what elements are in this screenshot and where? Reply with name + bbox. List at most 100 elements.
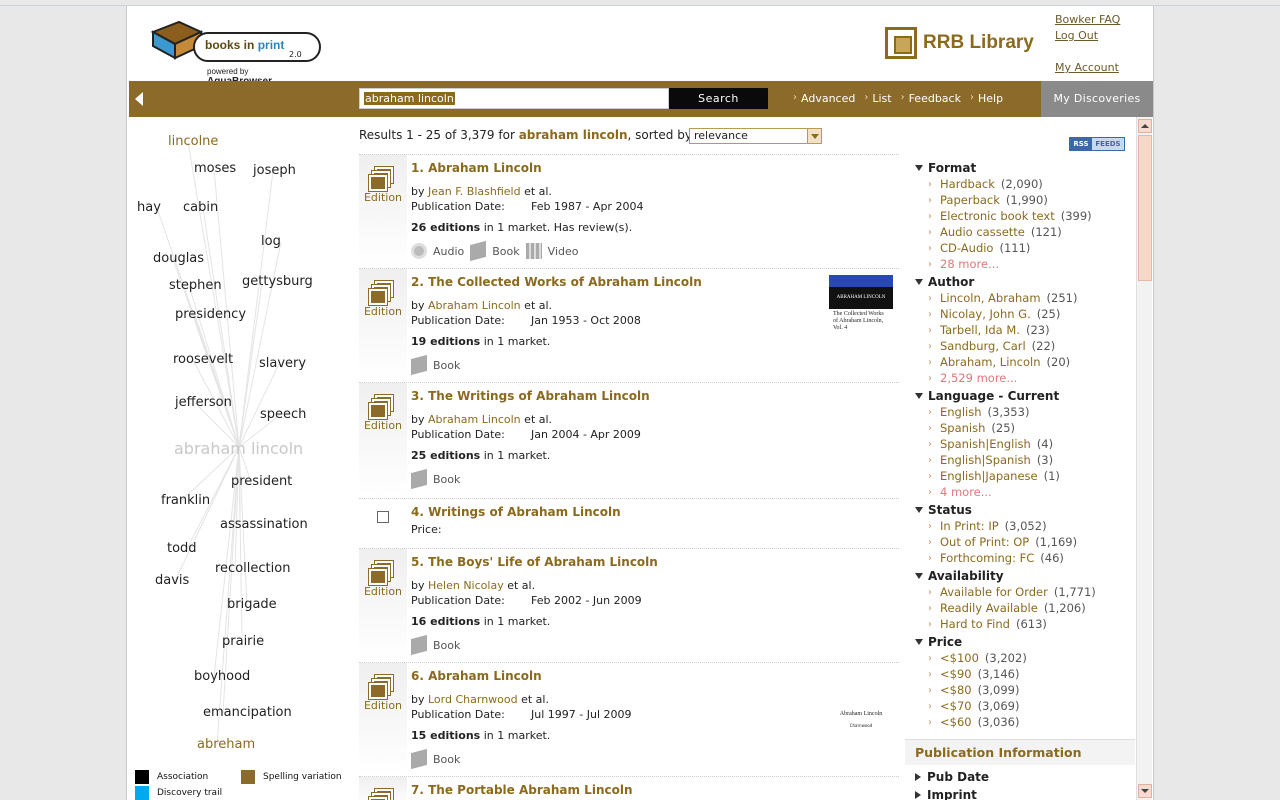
cloud-word-gettysburg[interactable]: gettysburg xyxy=(242,274,313,289)
facet-heading[interactable]: Language - Current xyxy=(915,388,1133,404)
format-audio[interactable]: Audio xyxy=(411,243,464,259)
facet-more-link[interactable]: › 4 more... xyxy=(915,484,1133,500)
sort-select[interactable]: relevance xyxy=(689,128,822,144)
cover-image[interactable]: ABRAHAM LINCOLN The Collected Works of Ab… xyxy=(829,275,893,345)
author-link[interactable]: Abraham Lincoln xyxy=(428,413,521,426)
cloud-word-todd[interactable]: todd xyxy=(167,541,197,556)
edition-panel[interactable]: Edition xyxy=(359,663,407,774)
cloud-word-joseph[interactable]: joseph xyxy=(253,163,296,178)
facet-item[interactable]: › English (3,353) xyxy=(915,404,1133,420)
scroll-up-button[interactable] xyxy=(1138,119,1152,133)
format-book[interactable]: Book xyxy=(411,634,460,656)
logout-link[interactable]: Log Out xyxy=(1055,28,1120,44)
facet-item[interactable]: › <$100 (3,202) xyxy=(915,650,1133,666)
facet-item[interactable]: › Readily Available (1,206) xyxy=(915,600,1133,616)
facet-more-link[interactable]: › 2,529 more... xyxy=(915,370,1133,386)
facet-item[interactable]: › <$70 (3,069) xyxy=(915,698,1133,714)
facet-item[interactable]: › In Print: IP (3,052) xyxy=(915,518,1133,534)
facet-item[interactable]: › <$80 (3,099) xyxy=(915,682,1133,698)
facet-item[interactable]: › Sandburg, Carl (22) xyxy=(915,338,1133,354)
facet-imprint[interactable]: Imprint xyxy=(915,788,1115,800)
facet-item[interactable]: › Paperback (1,990) xyxy=(915,192,1133,208)
facet-item[interactable]: › Out of Print: OP (1,169) xyxy=(915,534,1133,550)
search-button[interactable]: Search xyxy=(669,88,768,109)
cloud-word-douglas[interactable]: douglas xyxy=(153,251,204,266)
format-book[interactable]: Book xyxy=(411,748,460,770)
nav-advanced[interactable]: Advanced xyxy=(801,92,855,105)
author-link[interactable]: Abraham Lincoln xyxy=(428,299,521,312)
facet-item[interactable]: › Hardback (2,090) xyxy=(915,176,1133,192)
facet-item[interactable]: › Lincoln, Abraham (251) xyxy=(915,290,1133,306)
rrb-library-logo[interactable]: RRB Library xyxy=(885,26,1034,60)
cloud-word-recollection[interactable]: recollection xyxy=(215,561,290,576)
select-checkbox[interactable] xyxy=(377,511,389,523)
facet-item[interactable]: › Hard to Find (613) xyxy=(915,616,1133,632)
edition-panel[interactable] xyxy=(359,777,407,800)
format-video[interactable]: Video xyxy=(525,243,578,259)
chevron-down-icon[interactable] xyxy=(807,129,821,143)
facet-item[interactable]: › English|Japanese (1) xyxy=(915,468,1133,484)
result-title[interactable]: 4. Writings of Abraham Lincoln xyxy=(411,505,621,519)
cloud-word-presidency[interactable]: presidency xyxy=(175,307,246,322)
publication-information-header[interactable]: Publication Information xyxy=(905,739,1135,765)
cloud-word-brigade[interactable]: brigade xyxy=(227,597,277,612)
cloud-word-president[interactable]: president xyxy=(231,474,292,489)
nav-help[interactable]: Help xyxy=(978,92,1003,105)
cloud-word-emancipation[interactable]: emancipation xyxy=(203,705,292,720)
cloud-word-moses[interactable]: moses xyxy=(194,161,236,176)
author-link[interactable]: Lord Charnwood xyxy=(428,693,518,706)
result-title[interactable]: 7. The Portable Abraham Lincoln xyxy=(411,783,633,797)
my-account-link[interactable]: My Account xyxy=(1055,60,1120,76)
author-link[interactable]: Jean F. Blashfield xyxy=(428,185,521,198)
cover-image[interactable]: Abraham Lincoln Charnwood xyxy=(829,707,893,777)
result-title[interactable]: 1. Abraham Lincoln xyxy=(411,161,542,175)
facet-heading[interactable]: Price xyxy=(915,634,1133,650)
cloud-word-hay[interactable]: hay xyxy=(137,200,161,215)
cloud-word-jefferson[interactable]: jefferson xyxy=(175,395,232,410)
nav-feedback[interactable]: Feedback xyxy=(909,92,961,105)
edition-panel[interactable]: Edition xyxy=(359,549,407,660)
facet-item[interactable]: › Audio cassette (121) xyxy=(915,224,1133,240)
facet-pub-date[interactable]: Pub Date xyxy=(915,770,1115,784)
search-input[interactable]: abraham lincoln xyxy=(359,88,669,109)
facet-heading[interactable]: Format xyxy=(915,160,1133,176)
edition-panel[interactable]: Edition xyxy=(359,269,407,380)
facet-heading[interactable]: Author xyxy=(915,274,1133,290)
cloud-word-davis[interactable]: davis xyxy=(155,573,189,588)
facet-item[interactable]: › Spanish|English (4) xyxy=(915,436,1133,452)
facet-item[interactable]: › Abraham, Lincoln (20) xyxy=(915,354,1133,370)
cloud-word-abreham[interactable]: abreham xyxy=(197,737,255,752)
result-title[interactable]: 6. Abraham Lincoln xyxy=(411,669,542,683)
cloud-word-slavery[interactable]: slavery xyxy=(259,356,306,371)
rss-feeds-button[interactable]: RSS FEEDS xyxy=(1069,137,1125,151)
nav-list[interactable]: List xyxy=(872,92,891,105)
facet-item[interactable]: › Spanish (25) xyxy=(915,420,1133,436)
result-title[interactable]: 2. The Collected Works of Abraham Lincol… xyxy=(411,275,702,289)
facet-item[interactable]: › <$90 (3,146) xyxy=(915,666,1133,682)
cloud-word-abraham-lincoln[interactable]: abraham lincoln xyxy=(174,439,303,458)
facet-item[interactable]: › Tarbell, Ida M. (23) xyxy=(915,322,1133,338)
cloud-word-log[interactable]: log xyxy=(261,234,281,249)
result-title[interactable]: 3. The Writings of Abraham Lincoln xyxy=(411,389,650,403)
result-title[interactable]: 5. The Boys' Life of Abraham Lincoln xyxy=(411,555,658,569)
bowker-faq-link[interactable]: Bowker FAQ xyxy=(1055,12,1120,28)
cloud-word-cabin[interactable]: cabin xyxy=(183,200,218,215)
facet-item[interactable]: › Available for Order (1,771) xyxy=(915,584,1133,600)
cloud-word-franklin[interactable]: franklin xyxy=(161,493,210,508)
format-book[interactable]: Book xyxy=(411,468,460,490)
vertical-scrollbar[interactable] xyxy=(1136,117,1152,800)
format-book[interactable]: Book xyxy=(470,240,520,262)
cloud-word-prairie[interactable]: prairie xyxy=(222,634,264,649)
edition-panel[interactable]: Edition xyxy=(359,155,407,266)
scroll-thumb[interactable] xyxy=(1138,135,1152,281)
facet-item[interactable]: › <$60 (3,036) xyxy=(915,714,1133,730)
cloud-word-lincolne[interactable]: lincolne xyxy=(168,134,218,149)
facet-item[interactable]: › Nicolay, John G. (25) xyxy=(915,306,1133,322)
author-link[interactable]: Helen Nicolay xyxy=(428,579,504,592)
facet-heading[interactable]: Availability xyxy=(915,568,1133,584)
format-book[interactable]: Book xyxy=(411,354,460,376)
cloud-word-assassination[interactable]: assassination xyxy=(220,517,308,532)
facet-item[interactable]: › CD-Audio (111) xyxy=(915,240,1133,256)
scroll-down-button[interactable] xyxy=(1138,784,1152,798)
cloud-word-stephen[interactable]: stephen xyxy=(169,278,222,293)
